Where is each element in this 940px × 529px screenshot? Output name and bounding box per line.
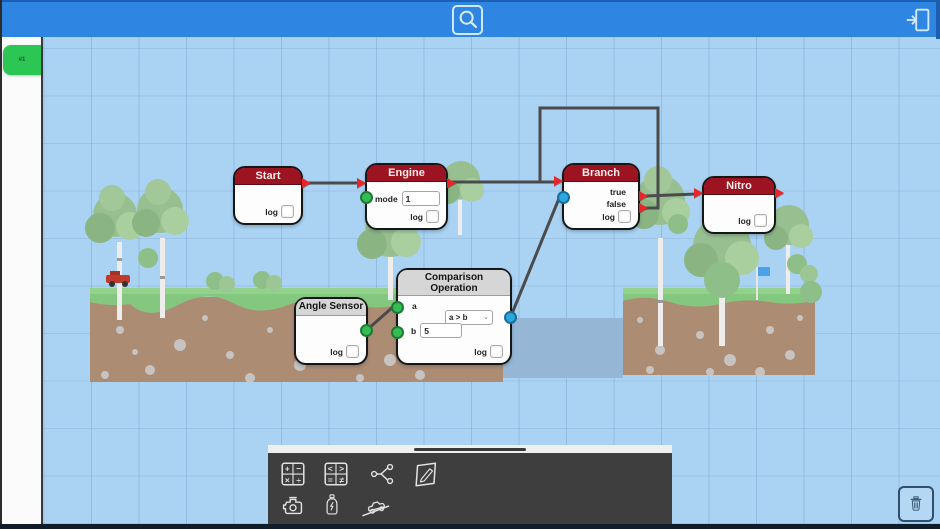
comparison-log-checkbox[interactable]: [490, 345, 503, 358]
comparison-operators-icon: < > = ≠: [321, 459, 351, 489]
angle-sensor-log-label: log: [330, 347, 343, 357]
engine-exec-output-port[interactable]: [447, 178, 456, 188]
branch-condition-input-port[interactable]: [557, 191, 570, 204]
sidebar: #1: [0, 37, 43, 524]
node-branch-title: Branch: [582, 167, 620, 179]
toolbar-button-angle-slope[interactable]: [358, 490, 394, 520]
toolbar-button-note[interactable]: [409, 459, 443, 489]
node-angle-sensor-header[interactable]: Angle Sensor: [296, 299, 366, 316]
trash-icon: [906, 491, 926, 517]
note-icon: [410, 459, 442, 489]
nitro-bottle-icon: [319, 490, 345, 520]
program-tab-label: #1: [19, 57, 26, 63]
nitro-exec-output-port[interactable]: [775, 188, 784, 198]
comparison-b-input-port[interactable]: [391, 326, 404, 339]
start-log-label: log: [265, 207, 278, 217]
trash-button[interactable]: [898, 486, 934, 522]
node-comparison-header[interactable]: Comparison Operation: [398, 270, 510, 296]
node-nitro-title: Nitro: [726, 180, 752, 192]
svg-text:÷: ÷: [296, 474, 301, 484]
toolbar-button-math-operators[interactable]: + − × ÷: [276, 459, 310, 489]
toolbar-button-engine[interactable]: [276, 490, 310, 520]
top-bar-edge: [936, 2, 940, 39]
angle-sensor-log-checkbox[interactable]: [346, 345, 359, 358]
search-button[interactable]: [452, 5, 483, 35]
node-engine-title: Engine: [388, 167, 425, 179]
start-exec-output-port[interactable]: [302, 178, 311, 188]
chevron-down-icon: ⌄: [483, 314, 489, 321]
node-nitro[interactable]: Nitro log: [702, 176, 776, 234]
branch-log-label: log: [602, 212, 615, 222]
engine-log-checkbox[interactable]: [426, 210, 439, 223]
node-branch-header[interactable]: Branch: [564, 165, 638, 182]
node-angle-sensor-title: Angle Sensor: [299, 301, 363, 312]
nitro-exec-input-port[interactable]: [694, 188, 703, 198]
svg-text:×: ×: [285, 474, 290, 484]
engine-log-label: log: [410, 212, 423, 222]
node-palette-toolbar: + − × ÷ < > = ≠: [268, 453, 672, 524]
engine-mode-input-port[interactable]: [360, 191, 373, 204]
node-start[interactable]: Start log: [233, 166, 303, 225]
toolbar-drag-handle[interactable]: [414, 448, 526, 451]
toolbar-handle-strip: [268, 445, 672, 453]
node-comparison-title-line1: Comparison: [398, 272, 510, 283]
branch-true-label: true: [610, 187, 626, 197]
comparison-b-label: b: [411, 326, 416, 336]
engine-mode-label: mode: [375, 194, 398, 204]
svg-text:>: >: [339, 463, 344, 473]
svg-text:−: −: [296, 463, 301, 473]
branch-false-label: false: [607, 199, 626, 209]
toolbar-button-branch-split[interactable]: [366, 459, 400, 489]
svg-text:<: <: [328, 463, 333, 473]
comparison-b-input[interactable]: [420, 323, 462, 338]
toolbar-button-nitro-bottle[interactable]: [319, 490, 345, 520]
program-tab[interactable]: #1: [3, 45, 41, 75]
branch-true-output-port[interactable]: [639, 191, 648, 201]
comparison-operator-value: a > b: [449, 313, 467, 322]
node-engine[interactable]: Engine mode log: [365, 163, 448, 230]
branch-log-checkbox[interactable]: [618, 210, 631, 223]
angle-slope-icon: [358, 490, 394, 520]
branch-split-icon: [368, 459, 398, 489]
search-icon: [455, 7, 481, 33]
comparison-log-label: log: [474, 347, 487, 357]
engine-mode-input[interactable]: [402, 191, 440, 206]
nitro-log-checkbox[interactable]: [754, 214, 767, 227]
nitro-log-label: log: [738, 216, 751, 226]
toolbar-row-2: [276, 489, 664, 520]
toolbar-button-comparison-operators[interactable]: < > = ≠: [319, 459, 353, 489]
start-log-checkbox[interactable]: [281, 205, 294, 218]
node-start-header[interactable]: Start: [235, 168, 301, 185]
bottom-screen-edge: [0, 524, 940, 529]
node-branch[interactable]: Branch true false log: [562, 163, 640, 230]
app-window: Start log Engine mode log Branch true fa…: [0, 0, 940, 529]
svg-text:=: =: [328, 474, 333, 484]
angle-sensor-output-port[interactable]: [360, 324, 373, 337]
node-angle-sensor[interactable]: Angle Sensor log: [294, 297, 368, 365]
node-start-title: Start: [255, 170, 280, 182]
node-engine-header[interactable]: Engine: [367, 165, 446, 182]
branch-false-output-port[interactable]: [639, 203, 648, 213]
toolbar-row-1: + − × ÷ < > = ≠: [276, 458, 664, 489]
top-bar: [0, 0, 940, 37]
comparison-output-port[interactable]: [504, 311, 517, 324]
node-comparison-title-line2: Operation: [398, 283, 510, 294]
node-comparison-operation[interactable]: Comparison Operation a a > b ⌄ b log: [396, 268, 512, 365]
svg-text:+: +: [285, 463, 290, 473]
left-screen-edge: [0, 0, 2, 524]
node-nitro-header[interactable]: Nitro: [704, 178, 774, 195]
comparison-a-input-port[interactable]: [391, 301, 404, 314]
engine-icon: [278, 490, 308, 520]
engine-exec-input-port[interactable]: [357, 178, 366, 188]
exit-door-icon: [904, 5, 934, 35]
exit-button[interactable]: [903, 5, 935, 35]
math-operators-icon: + − × ÷: [278, 459, 308, 489]
comparison-a-label: a: [412, 301, 417, 311]
svg-text:≠: ≠: [339, 474, 344, 484]
branch-exec-input-port[interactable]: [554, 176, 563, 186]
